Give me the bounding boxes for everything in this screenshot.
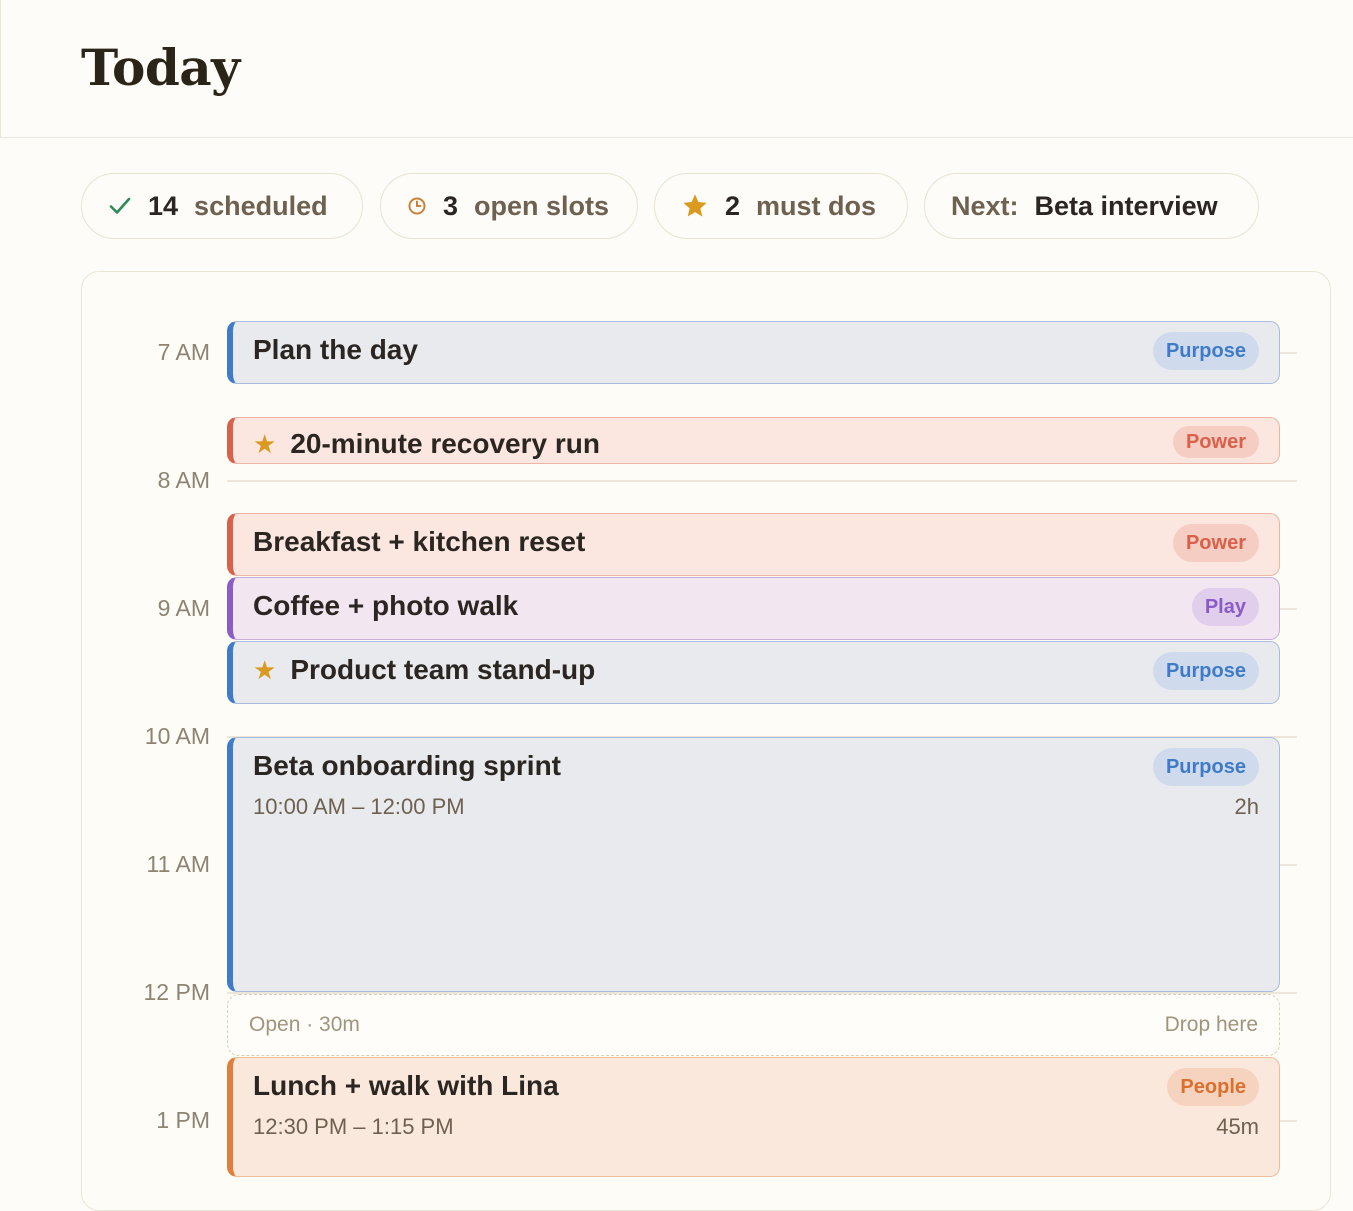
- event-time-range: 12:30 PM – 1:15 PM: [253, 1114, 454, 1139]
- event-title: Coffee + photo walk: [253, 590, 518, 622]
- event-title-text: Lunch + walk with Lina: [253, 1070, 559, 1101]
- event-title: Beta onboarding sprint: [253, 750, 561, 782]
- category-tag: Purpose: [1152, 748, 1259, 786]
- event-title-text: Coffee + photo walk: [253, 590, 519, 621]
- event-duration: 45m: [1216, 1114, 1259, 1139]
- scheduled-label: scheduled: [194, 190, 328, 221]
- event-card[interactable]: ★ 20-minute recovery run Power: [227, 417, 1280, 464]
- must-dos-label: must dos: [756, 190, 877, 221]
- stat-open-slots[interactable]: 3 open slots: [380, 173, 638, 239]
- category-tag: Power: [1172, 426, 1259, 458]
- event-card[interactable]: Lunch + walk with Lina People 12:30 PM –…: [227, 1057, 1280, 1177]
- event-title: Breakfast + kitchen reset: [253, 526, 585, 558]
- scheduled-count: 14: [148, 190, 179, 221]
- event-card[interactable]: Beta onboarding sprint Purpose 10:00 AM …: [227, 737, 1280, 992]
- stat-scheduled[interactable]: 14 scheduled: [81, 173, 363, 239]
- event-card[interactable]: Plan the day Purpose: [227, 321, 1280, 384]
- event-title: Plan the day: [253, 334, 418, 366]
- must-dos-count: 2: [725, 190, 741, 221]
- event-title-text: Beta onboarding sprint: [253, 750, 561, 781]
- hour-label: 12 PM: [143, 979, 210, 1005]
- drop-here-hint: Drop here: [1164, 1013, 1258, 1036]
- hour-label: 11 AM: [146, 851, 211, 877]
- category-tag: Power: [1172, 524, 1259, 562]
- category-tag: Play: [1191, 588, 1259, 626]
- next-label: Next:: [951, 190, 1019, 221]
- open-slot-label: Open · 30m: [249, 1013, 360, 1036]
- category-tag: People: [1167, 1068, 1259, 1106]
- hour-label: 10 AM: [144, 723, 210, 749]
- event-time-range: 10:00 AM – 12:00 PM: [253, 794, 465, 819]
- category-tag: Purpose: [1152, 332, 1259, 370]
- open-slot-dropzone[interactable]: Open · 30m Drop here: [227, 994, 1280, 1056]
- event-title: Lunch + walk with Lina: [253, 1070, 559, 1102]
- stat-must-dos[interactable]: 2 must dos: [654, 173, 908, 239]
- open-slots-label: open slots: [474, 190, 610, 221]
- page-header: Today: [0, 0, 1353, 138]
- hour-label: 9 AM: [157, 595, 210, 621]
- event-title: ★ Product team stand-up: [253, 654, 595, 686]
- next-value: Beta interview: [1034, 190, 1218, 221]
- event-card[interactable]: ★ Product team stand-up Purpose: [227, 641, 1280, 704]
- stat-next-up[interactable]: Next: Beta interview: [924, 173, 1259, 239]
- event-title-text: Breakfast + kitchen reset: [253, 526, 586, 557]
- event-title: ★ 20-minute recovery run: [253, 428, 600, 460]
- hour-label: 7 AM: [157, 339, 210, 365]
- page-title: Today: [81, 38, 240, 97]
- event-duration: 2h: [1234, 794, 1259, 819]
- event-title-text: Product team stand-up: [290, 654, 596, 685]
- hour-label: 1 PM: [156, 1107, 210, 1133]
- open-slots-count: 3: [443, 190, 459, 221]
- hour-label: 8 AM: [157, 467, 210, 493]
- category-tag: Purpose: [1152, 652, 1259, 690]
- must-do-star-icon: ★: [253, 654, 277, 685]
- star-icon: [681, 192, 709, 220]
- hour-gridline: [227, 480, 1297, 482]
- check-icon: [108, 194, 132, 218]
- event-title-text: 20-minute recovery run: [290, 428, 600, 459]
- event-title-text: Plan the day: [253, 334, 418, 365]
- event-card[interactable]: Coffee + photo walk Play: [227, 577, 1280, 640]
- must-do-star-icon: ★: [253, 428, 277, 459]
- clock-icon: [407, 196, 427, 216]
- event-card[interactable]: Breakfast + kitchen reset Power: [227, 513, 1280, 576]
